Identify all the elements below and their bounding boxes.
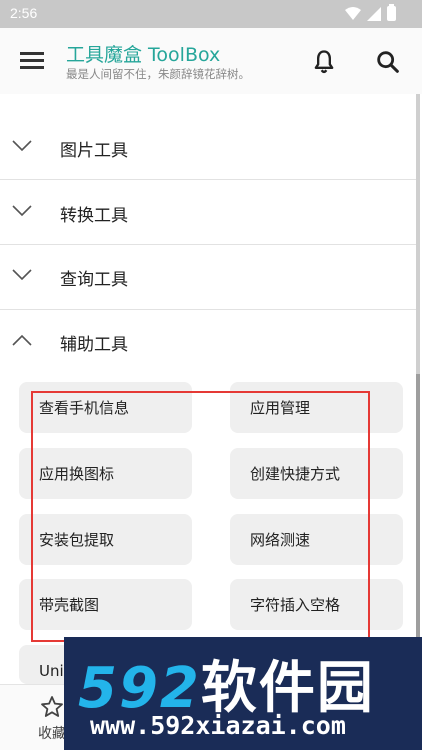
category-label: 查询工具 (60, 270, 128, 290)
app-title: 工具魔盒 ToolBox (66, 44, 221, 66)
status-bar: 2:56 (0, 0, 422, 28)
category-label: 图片工具 (60, 141, 128, 161)
watermark: 592软件园 www.592xiazai.com (64, 637, 422, 750)
tool-label: Uni (39, 662, 64, 680)
wifi-icon (345, 6, 361, 20)
category-query-tools[interactable]: 查询工具 (0, 245, 416, 309)
status-time: 2:56 (10, 5, 38, 21)
category-helper-tools[interactable]: 辅助工具 (0, 310, 416, 374)
category-label: 辅助工具 (60, 335, 128, 355)
search-button[interactable] (374, 48, 402, 76)
scrollbar-track (416, 94, 420, 374)
category-convert-tools[interactable]: 转换工具 (0, 181, 416, 245)
app-subtitle: 最是人间留不住，朱颜辞镜花辞树。 (66, 67, 250, 81)
battery-icon (387, 4, 396, 21)
menu-icon (20, 52, 44, 55)
chevron-down-icon (12, 140, 32, 152)
search-icon (377, 51, 399, 73)
bell-icon (314, 50, 334, 74)
scrollbar-thumb[interactable] (416, 374, 420, 644)
category-label: 转换工具 (60, 206, 128, 226)
nav-favorites-label: 收藏 (38, 726, 66, 742)
signal-icon (367, 6, 381, 21)
status-icons (345, 4, 396, 21)
category-image-tools[interactable]: 图片工具 (0, 116, 416, 180)
chevron-down-icon (12, 205, 32, 217)
app-bar: 工具魔盒 ToolBox 最是人间留不住，朱颜辞镜花辞树。 (0, 28, 422, 94)
watermark-url: www.592xiazai.com (90, 711, 346, 740)
notifications-button[interactable] (310, 48, 338, 76)
chevron-down-icon (12, 269, 32, 281)
menu-button[interactable] (18, 48, 46, 74)
divider (0, 179, 416, 180)
highlight-box (31, 391, 370, 642)
chevron-up-icon (12, 334, 32, 346)
star-icon (41, 696, 63, 717)
